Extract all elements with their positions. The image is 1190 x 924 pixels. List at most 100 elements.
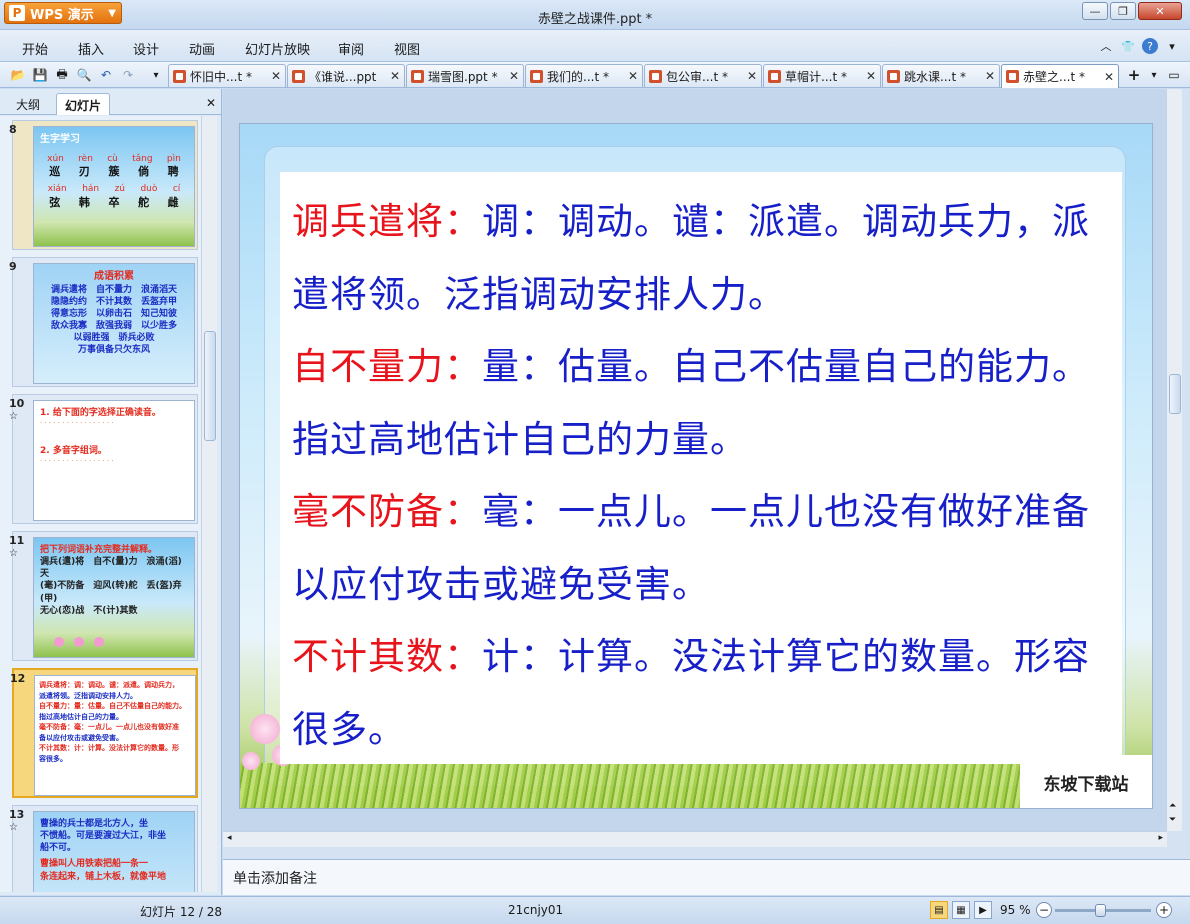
thumb-text: 毫不防备：毫：一点儿。一点儿也没有做好准 bbox=[39, 723, 179, 731]
thumbnail-slide-13[interactable]: 13 ☆ 曹操的兵士都是北方人，坐 不惯船。可是要渡过大江，非坐 船不可。 曹操… bbox=[9, 805, 198, 892]
thumbnail-slide-10[interactable]: 10 ☆ 1. 给下面的字选择正确读音。 · · · · · · · · · ·… bbox=[9, 394, 198, 524]
doc-tab-6[interactable]: 草帽计...t * ✕ bbox=[763, 64, 881, 87]
window-layout-icon[interactable]: ▭ bbox=[1166, 67, 1182, 83]
slide-sorter-view-button[interactable]: ▦ bbox=[952, 901, 970, 919]
slideshow-view-button[interactable]: ▶ bbox=[974, 901, 992, 919]
minimize-button[interactable]: — bbox=[1082, 2, 1108, 20]
close-icon[interactable]: ✕ bbox=[271, 69, 281, 83]
print-icon[interactable]: 🖶 bbox=[54, 67, 70, 83]
thumb-text: 不惯船。可是要渡过大江，非坐 bbox=[40, 831, 167, 842]
zoom-in-button[interactable]: + bbox=[1156, 902, 1172, 918]
redo-icon[interactable]: ↷ bbox=[120, 67, 136, 83]
zoom-slider[interactable] bbox=[1055, 904, 1151, 917]
thumb-text: hán bbox=[82, 184, 100, 195]
thumbnail-scrollbar[interactable] bbox=[201, 116, 217, 892]
close-icon[interactable]: ✕ bbox=[390, 69, 400, 83]
close-icon[interactable]: ✕ bbox=[1104, 70, 1114, 84]
zoom-out-button[interactable]: − bbox=[1036, 902, 1052, 918]
chevron-up-icon[interactable]: ︿ bbox=[1098, 38, 1114, 54]
close-icon[interactable]: ✕ bbox=[206, 96, 216, 110]
doc-tab-3[interactable]: 瑞雪图.ppt * ✕ bbox=[406, 64, 524, 87]
thumb-text: 无心(恋)战 不(计)其数 bbox=[40, 605, 138, 616]
notes-pane[interactable]: 单击添加备注 bbox=[223, 859, 1190, 895]
doc-tab-2[interactable]: 《谁说...ppt ✕ bbox=[287, 64, 405, 87]
slide-number: 10 bbox=[9, 397, 25, 410]
chevron-down-icon[interactable]: ▾ bbox=[1164, 38, 1180, 54]
thumbnail-slide-9[interactable]: 9 成语积累 调兵遣将 自不量力 浪涌滔天 隐隐约约 不计其数 丢盔弃甲 得意忘… bbox=[9, 257, 198, 387]
thumb-title: 生字学习 bbox=[40, 134, 80, 145]
thumb-text: 把下列词语补充完整并解释。 bbox=[40, 545, 158, 555]
maximize-button[interactable]: ❐ bbox=[1110, 2, 1136, 20]
new-tab-plus-icon[interactable]: + bbox=[1126, 66, 1142, 84]
slide-number: 11 bbox=[9, 534, 25, 547]
thumbnail-slide-11[interactable]: 11 ☆ 把下列词语补充完整并解释。 调兵(遣)将 自不(量)力 浪涌(滔)天 … bbox=[9, 531, 198, 661]
menu-design[interactable]: 设计 bbox=[133, 39, 159, 58]
thumbnail-preview: 调兵遣将：调：调动。谴：派遣。调动兵力， 派遣将领。泛指调动安排人力。 自不量力… bbox=[34, 675, 196, 796]
help-icon[interactable]: ? bbox=[1142, 38, 1158, 54]
thumb-text: 调兵(遣)将 自不(量)力 浪涌(滔)天 bbox=[40, 557, 182, 580]
close-icon[interactable]: ✕ bbox=[747, 69, 757, 83]
slide-vertical-scrollbar[interactable]: ⏶ ⏷ bbox=[1166, 89, 1182, 831]
close-button[interactable]: ✕ bbox=[1138, 2, 1182, 20]
slide-text-box[interactable]: 调兵遣将：调：调动。谴：派遣。调动兵力，派遣将领。泛指调动安排人力。 自不量力：… bbox=[280, 172, 1122, 764]
thumbnail-slide-12-selected[interactable]: 12 调兵遣将：调：调动。谴：派遣。调动兵力， 派遣将领。泛指调动安排人力。 自… bbox=[10, 668, 198, 798]
ppt-file-icon bbox=[649, 69, 662, 83]
thumb-text: 韩 bbox=[78, 195, 90, 209]
thumbnail-preview: 成语积累 调兵遣将 自不量力 浪涌滔天 隐隐约约 不计其数 丢盔弃甲 得意忘形 … bbox=[33, 263, 195, 384]
menu-review[interactable]: 审阅 bbox=[338, 39, 364, 58]
zoom-level: 95 % bbox=[1000, 903, 1031, 917]
close-icon[interactable]: ✕ bbox=[509, 69, 519, 83]
doc-tab-4[interactable]: 我们的...t * ✕ bbox=[525, 64, 643, 87]
slide-horizontal-scrollbar[interactable]: ◂ ▸ bbox=[223, 831, 1167, 847]
menu-home[interactable]: 开始 bbox=[22, 39, 48, 58]
ppt-file-icon bbox=[887, 69, 900, 83]
close-icon[interactable]: ✕ bbox=[866, 69, 876, 83]
zoom-slider-knob[interactable] bbox=[1095, 904, 1106, 917]
doc-tab-7[interactable]: 跳水课...t * ✕ bbox=[882, 64, 1000, 87]
tab-slides[interactable]: 幻灯片 bbox=[56, 93, 111, 115]
thumb-text: 得意忘形 以卵击石 知己知彼 bbox=[50, 308, 177, 319]
doc-tab-8-active[interactable]: 赤壁之...t * ✕ bbox=[1001, 64, 1119, 88]
thumb-text: tǎng bbox=[132, 153, 153, 164]
thumb-text: xián bbox=[47, 184, 67, 195]
thumb-text: 簇 bbox=[108, 164, 120, 178]
notes-placeholder: 单击添加备注 bbox=[233, 871, 317, 887]
thumb-text: 备以应付攻击或避免受害。 bbox=[39, 733, 123, 742]
scroll-left-icon[interactable]: ◂ bbox=[227, 833, 232, 843]
thumbnail-slide-8[interactable]: 8 生字学习 xún rèn cù tǎng pìn 巡 刃 簇 倘 聘 xiá… bbox=[9, 120, 198, 250]
tab-list-chevron-icon[interactable]: ▾ bbox=[1146, 67, 1162, 83]
doc-tab-1[interactable]: 怀旧中...t * ✕ bbox=[168, 64, 286, 87]
thumb-text: (毫)不防备 迎风(转)舵 丢(盔)弃(甲) bbox=[40, 581, 182, 604]
thumb-text: zú bbox=[114, 184, 126, 195]
thumb-text: 万事俱备只欠东风 bbox=[77, 345, 150, 356]
menu-animation[interactable]: 动画 bbox=[189, 39, 215, 58]
previous-slide-icon[interactable]: ⏶ bbox=[1169, 801, 1176, 811]
close-icon[interactable]: ✕ bbox=[985, 69, 995, 83]
shirt-icon[interactable]: 👕 bbox=[1120, 38, 1136, 54]
scroll-right-icon[interactable]: ▸ bbox=[1158, 833, 1163, 843]
ppt-file-icon bbox=[292, 69, 305, 83]
menu-slideshow[interactable]: 幻灯片放映 bbox=[245, 39, 310, 58]
save-icon[interactable]: 💾 bbox=[32, 67, 48, 83]
thumb-text: 隐隐约约 不计其数 丢盔弃甲 bbox=[50, 296, 177, 307]
scrollbar-thumb[interactable] bbox=[204, 331, 216, 441]
thumb-text: 舵 bbox=[138, 195, 150, 209]
close-icon[interactable]: ✕ bbox=[628, 69, 638, 83]
thumb-text: 弦 bbox=[49, 195, 61, 209]
tab-outline[interactable]: 大纲 bbox=[8, 93, 48, 115]
animation-star-icon: ☆ bbox=[9, 411, 18, 422]
normal-view-button[interactable]: ▤ bbox=[930, 901, 948, 919]
menu-bar: 开始 插入 设计 动画 幻灯片放映 审阅 视图 ︿ 👕 ? ▾ bbox=[0, 30, 1190, 62]
doc-tab-5[interactable]: 包公审...t * ✕ bbox=[644, 64, 762, 87]
print-preview-icon[interactable]: 🔍 bbox=[76, 67, 92, 83]
customize-toolbar-icon[interactable]: ▾ bbox=[148, 67, 164, 83]
menu-insert[interactable]: 插入 bbox=[78, 39, 104, 58]
undo-icon[interactable]: ↶ bbox=[98, 67, 114, 83]
thumb-text: cù bbox=[107, 153, 118, 164]
open-folder-icon[interactable]: 📂 bbox=[10, 67, 26, 83]
scrollbar-thumb[interactable] bbox=[1169, 374, 1181, 414]
thumb-text: 派遣将领。泛指调动安排人力。 bbox=[39, 691, 137, 700]
menu-view[interactable]: 视图 bbox=[394, 39, 420, 58]
next-slide-icon[interactable]: ⏷ bbox=[1169, 815, 1176, 825]
doc-tab-label: 我们的...t * bbox=[547, 69, 609, 84]
